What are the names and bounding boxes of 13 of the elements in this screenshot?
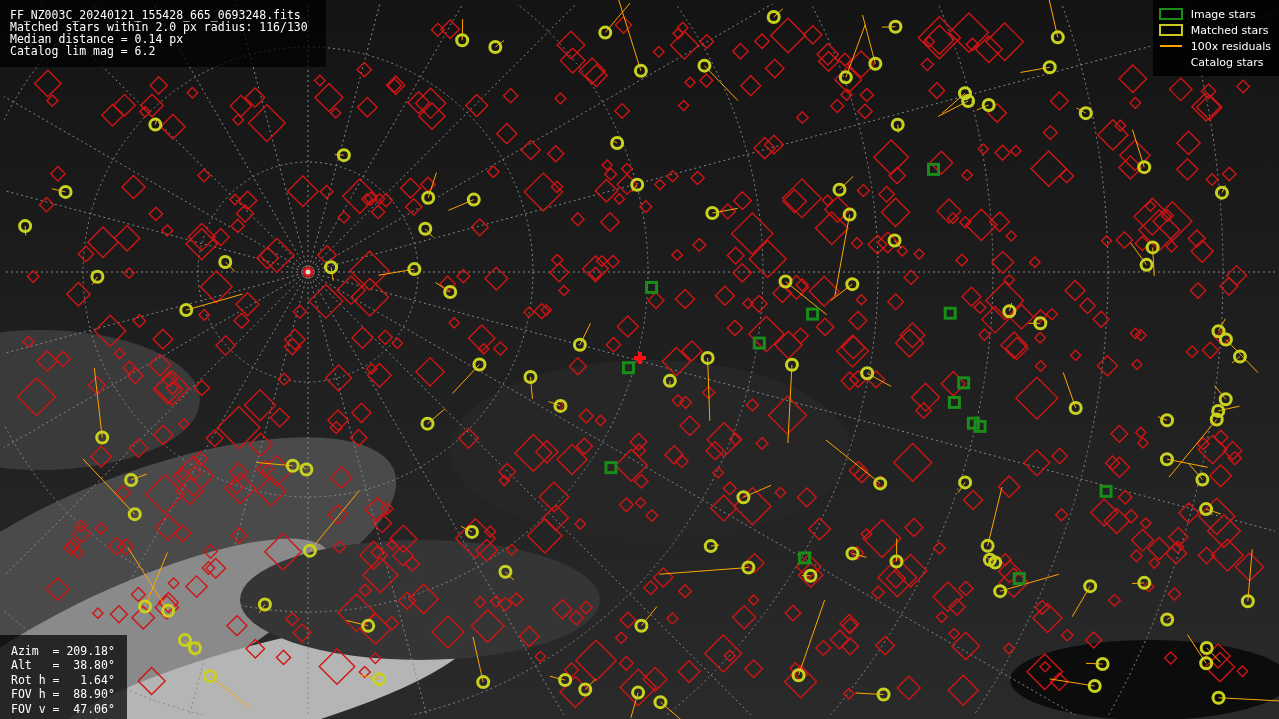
info-line: Alt = 38.80° [11,658,115,673]
legend-label: Image stars [1190,7,1256,21]
info-line: Azim = 209.18° [11,643,115,658]
info-line: Rot h = 1.64° [11,672,115,687]
info-line: Median distance = 0.14 px [10,33,184,45]
info-line: Matched stars within 2.0 px radius: 116/130 [10,21,308,33]
legend-label: 100x residuals [1190,39,1271,53]
legend-label: Matched stars [1190,23,1269,37]
info-line: FOV v = 47.06° [11,701,115,716]
info-line: Catalog lim mag = 6.2 [10,45,156,57]
info-line: FF_NZ003C_20240121_155428_665_0693248.fits [10,9,301,21]
info-line: FOV h = 88.90° [11,687,115,702]
legend-label: Catalog stars [1190,55,1264,69]
